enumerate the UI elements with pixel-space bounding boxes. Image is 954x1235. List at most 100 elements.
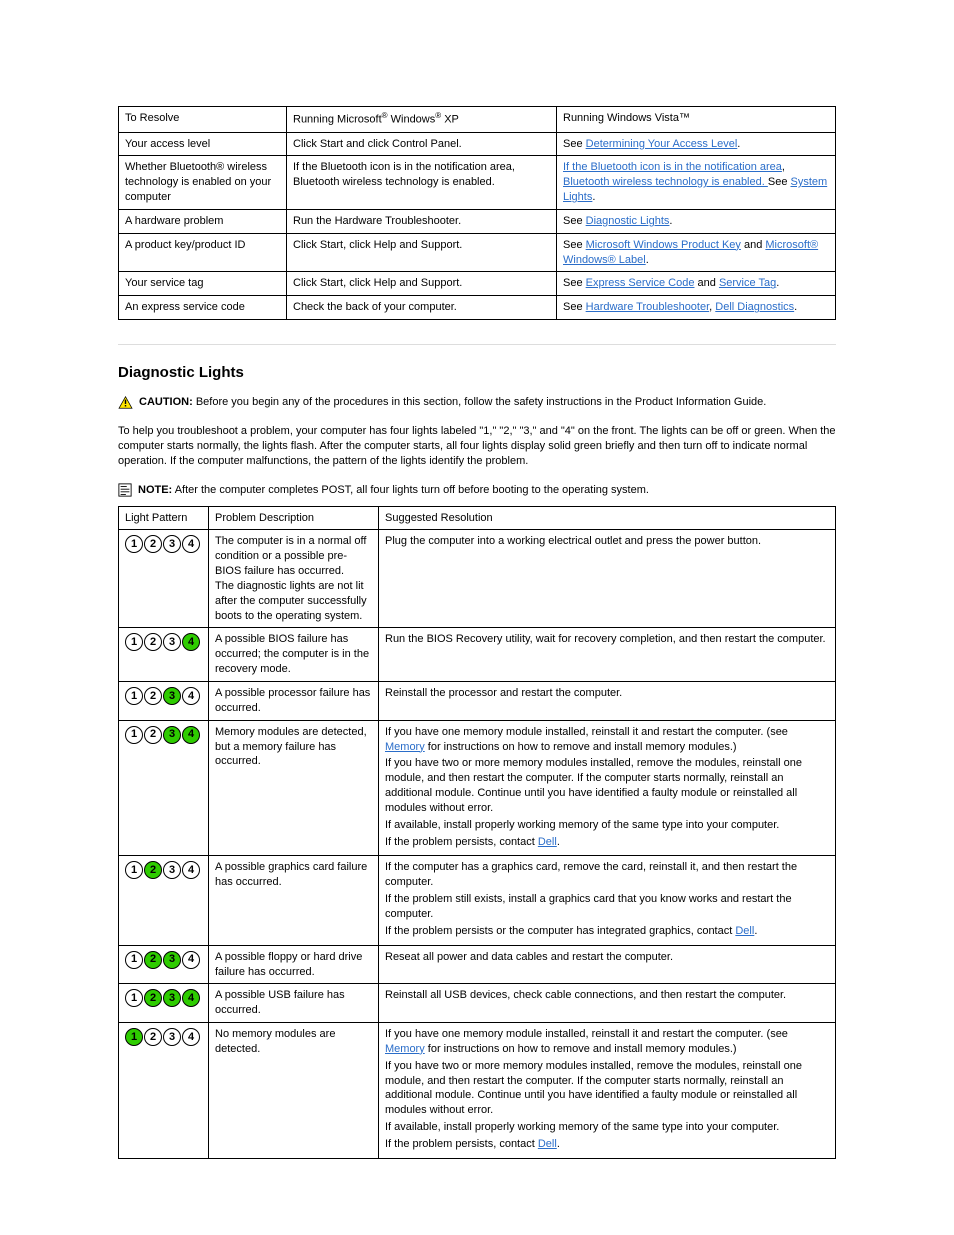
led-off-icon: 4 <box>182 861 200 879</box>
link[interactable]: Service Tag <box>719 277 776 289</box>
resolution-item: If you have one memory module installed,… <box>385 725 829 755</box>
led-off-icon: 4 <box>182 535 200 553</box>
diagnostic-lights-table: Light Pattern Problem Description Sugges… <box>118 506 836 1159</box>
resolution-cell: If the computer has a graphics card, rem… <box>379 856 836 945</box>
cell: See Express Service Code and Service Tag… <box>557 272 836 296</box>
led-on-icon: 4 <box>182 726 200 744</box>
resolution-item: If the problem persists, contact Dell. <box>385 1137 829 1152</box>
link[interactable]: Memory <box>385 1043 425 1055</box>
resource-table: To Resolve Running Microsoft® Windows® X… <box>118 106 836 320</box>
table-row: Your service tagClick Start, click Help … <box>119 272 836 296</box>
led-off-icon: 1 <box>125 989 143 1007</box>
caution-text: CAUTION: Before you begin any of the pro… <box>139 395 766 410</box>
link[interactable]: Determining Your Access Level <box>586 138 738 150</box>
link[interactable]: Dell <box>538 836 557 848</box>
resolution-item: If the problem persists, contact Dell. <box>385 835 829 850</box>
resolution-item: If the problem persists or the computer … <box>385 924 829 939</box>
led-pattern: 1234 <box>125 686 202 706</box>
led-on-icon: 3 <box>163 951 181 969</box>
col-xp: Running Microsoft® Windows® XP <box>287 107 557 133</box>
cell: See Diagnostic Lights. <box>557 209 836 233</box>
led-pattern: 1234 <box>125 988 202 1008</box>
light-pattern-cell: 1234 <box>119 945 209 984</box>
link[interactable]: Hardware Troubleshooter <box>586 301 710 313</box>
led-on-icon: 3 <box>163 989 181 1007</box>
cell: Click Start and click Control Panel. <box>287 132 557 156</box>
led-on-icon: 3 <box>163 726 181 744</box>
link[interactable]: Memory <box>385 741 425 753</box>
led-pattern: 1234 <box>125 632 202 652</box>
cell: If the Bluetooth icon is in the notifica… <box>557 156 836 210</box>
problem-cell: The computer is in a normal off conditio… <box>209 530 379 628</box>
problem-cell: Memory modules are detected, but a memor… <box>209 720 379 856</box>
intro-paragraph: To help you troubleshoot a problem, your… <box>118 424 836 469</box>
resolution-item: If the computer has a graphics card, rem… <box>385 860 829 890</box>
light-pattern-cell: 1234 <box>119 1023 209 1159</box>
table-row: An express service codeCheck the back of… <box>119 296 836 320</box>
problem-cell: No memory modules are detected. <box>209 1023 379 1159</box>
led-on-icon: 4 <box>182 989 200 1007</box>
table-row: 1234 Memory modules are detected, but a m… <box>119 720 836 856</box>
link[interactable]: If the Bluetooth icon is in the notifica… <box>563 161 782 173</box>
col-problem: Problem Description <box>209 506 379 530</box>
col-resolution: Suggested Resolution <box>379 506 836 530</box>
resolution-item: Plug the computer into a working electri… <box>385 534 829 549</box>
section-title: Diagnostic Lights <box>118 363 836 383</box>
led-off-icon: 1 <box>125 633 143 651</box>
light-pattern-cell: 1234 <box>119 530 209 628</box>
table-row: 1234A possible floppy or hard drive fail… <box>119 945 836 984</box>
cell: Your access level <box>119 132 287 156</box>
link[interactable]: Diagnostic Lights <box>586 215 670 227</box>
light-pattern-cell: 1234 <box>119 682 209 721</box>
led-on-icon: 1 <box>125 1028 143 1046</box>
link[interactable]: Express Service Code <box>586 277 695 289</box>
cell: Check the back of your computer. <box>287 296 557 320</box>
resolution-item: If you have two or more memory modules i… <box>385 756 829 815</box>
problem-cell: A possible floppy or hard drive failure … <box>209 945 379 984</box>
led-pattern: 1234 <box>125 725 202 745</box>
led-off-icon: 4 <box>182 951 200 969</box>
caution: CAUTION: Before you begin any of the pro… <box>118 395 836 410</box>
resolution-item: If the problem still exists, install a g… <box>385 892 829 922</box>
table-row: 1234A possible graphics card failure has… <box>119 856 836 945</box>
led-pattern: 1234 <box>125 1027 202 1047</box>
cell: A hardware problem <box>119 209 287 233</box>
table-row: 1234A possible BIOS failure has occurred… <box>119 628 836 682</box>
resolution-item: Reinstall the processor and restart the … <box>385 686 829 701</box>
led-on-icon: 2 <box>144 861 162 879</box>
led-off-icon: 2 <box>144 687 162 705</box>
led-off-icon: 1 <box>125 535 143 553</box>
resolution-item: If available, install properly working m… <box>385 1120 829 1135</box>
link[interactable]: Microsoft Windows Product Key <box>586 239 741 251</box>
led-off-icon: 2 <box>144 726 162 744</box>
led-off-icon: 4 <box>182 1028 200 1046</box>
light-pattern-cell: 1234 <box>119 628 209 682</box>
resolution-cell: Run the BIOS Recovery utility, wait for … <box>379 628 836 682</box>
cell: See Microsoft Windows Product Key and Mi… <box>557 233 836 272</box>
link[interactable]: Dell Diagnostics <box>715 301 794 313</box>
led-off-icon: 2 <box>144 535 162 553</box>
led-pattern: 1234 <box>125 860 202 880</box>
note-icon <box>118 483 132 497</box>
table-row: A product key/product IDClick Start, cli… <box>119 233 836 272</box>
note: NOTE: After the computer completes POST,… <box>118 483 836 498</box>
link[interactable]: Dell <box>735 925 754 937</box>
led-off-icon: 2 <box>144 1028 162 1046</box>
cell: Run the Hardware Troubleshooter. <box>287 209 557 233</box>
led-pattern: 1234 <box>125 534 202 554</box>
table-row: Whether Bluetooth® wireless technology i… <box>119 156 836 210</box>
resolution-item: If you have one memory module installed,… <box>385 1027 829 1057</box>
link[interactable]: Dell <box>538 1138 557 1150</box>
note-text: NOTE: After the computer completes POST,… <box>138 483 649 498</box>
link[interactable]: Bluetooth wireless technology is enabled… <box>563 176 768 188</box>
led-off-icon: 3 <box>163 861 181 879</box>
led-off-icon: 3 <box>163 1028 181 1046</box>
cell: An express service code <box>119 296 287 320</box>
table-row: Your access levelClick Start and click C… <box>119 132 836 156</box>
table-row: A hardware problemRun the Hardware Troub… <box>119 209 836 233</box>
light-pattern-cell: 1234 <box>119 984 209 1023</box>
resolution-item: If available, install properly working m… <box>385 818 829 833</box>
led-off-icon: 3 <box>163 633 181 651</box>
cell: A product key/product ID <box>119 233 287 272</box>
resolution-item: Reseat all power and data cables and res… <box>385 950 829 965</box>
